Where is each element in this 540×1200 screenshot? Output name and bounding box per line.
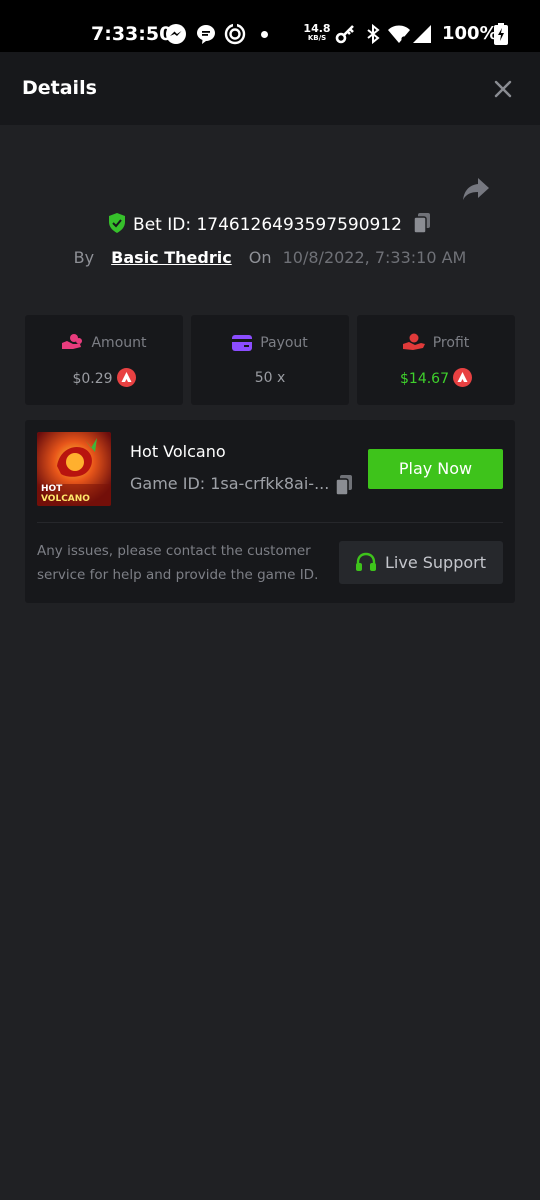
copy-bet-id-icon[interactable]	[412, 212, 432, 234]
live-support-label: Live Support	[385, 553, 487, 572]
stat-amount-value: $0.29	[72, 371, 113, 387]
stat-payout-value: 50 x	[254, 370, 286, 386]
chat-bubble-icon	[197, 25, 215, 44]
avax-coin-icon	[116, 368, 136, 387]
details-header: Details	[0, 52, 540, 125]
game-id-text: Game ID: 1sa-crfkk8ai-...	[130, 474, 330, 493]
close-icon[interactable]	[490, 76, 516, 102]
battery-charging-icon	[494, 23, 508, 45]
wifi-icon	[388, 25, 410, 43]
user-link[interactable]: Basic Thedric	[111, 248, 232, 267]
spinner-app-icon	[224, 23, 246, 45]
game-thumbnail[interactable]: HOT VOLCANO	[37, 432, 111, 506]
help-text: Any issues, please contact the customer …	[37, 543, 319, 583]
stat-card-profit: Profit $14.67	[357, 315, 515, 405]
stat-payout-label: Payout	[260, 335, 308, 351]
status-time: 7:33:50	[91, 23, 173, 45]
stat-profit-value: $14.67	[400, 371, 449, 387]
messenger-icon	[166, 24, 186, 44]
avax-coin-icon	[453, 368, 472, 387]
divider	[37, 522, 503, 523]
bet-id-row: Bet ID: 1746126493597590912	[0, 212, 540, 238]
battery-percent: 100%	[442, 23, 498, 44]
stat-profit-value-row: $14.67	[357, 368, 515, 389]
card-icon	[232, 335, 253, 351]
stat-amount-value-row: $0.29	[25, 368, 183, 389]
stat-profit-label: Profit	[432, 335, 470, 351]
key-icon	[335, 25, 354, 44]
thumb-title-line1: HOT	[41, 484, 63, 494]
play-now-button[interactable]: Play Now	[368, 449, 503, 489]
stat-profit-head: Profit	[357, 333, 515, 353]
stat-card-amount: Amount $0.29	[25, 315, 183, 405]
status-bar: 7:33:50 14.8 KB/S 100%	[0, 0, 540, 52]
game-name: Hot Volcano	[130, 442, 226, 461]
notification-dot	[261, 31, 268, 38]
shield-check-icon	[109, 213, 126, 233]
net-speed-value: 14.8	[303, 22, 331, 35]
headphones-icon	[356, 552, 376, 571]
stat-amount-label: Amount	[91, 335, 147, 351]
page-title: Details	[22, 77, 97, 99]
live-support-button[interactable]: Live Support	[339, 541, 503, 584]
share-icon[interactable]	[461, 175, 491, 203]
stat-amount-head: Amount	[25, 333, 183, 353]
on-label: On	[248, 248, 272, 267]
hand-coins-icon	[62, 334, 83, 349]
net-speed-unit: KB/S	[307, 34, 327, 42]
bluetooth-icon	[367, 23, 380, 45]
game-id-row: Game ID: 1sa-crfkk8ai-...	[130, 472, 350, 496]
bet-author-row: By Basic Thedric On 10/8/2022, 7:33:10 A…	[0, 246, 540, 270]
copy-game-id-icon[interactable]	[334, 474, 354, 496]
cellular-signal-icon	[413, 25, 431, 43]
game-card: HOT VOLCANO Hot Volcano Game ID: 1sa-crf…	[25, 420, 515, 603]
bet-date: 10/8/2022, 7:33:10 AM	[282, 248, 467, 267]
bet-id-text: Bet ID: 1746126493597590912	[133, 215, 402, 235]
net-speed: 14.8 KB/S	[302, 22, 332, 43]
stat-payout-head: Payout	[191, 333, 349, 353]
stat-card-payout: Payout 50 x	[191, 315, 349, 405]
by-label: By	[73, 248, 95, 267]
thumb-title-line2: VOLCANO	[41, 494, 90, 504]
hand-profit-icon	[402, 333, 425, 350]
